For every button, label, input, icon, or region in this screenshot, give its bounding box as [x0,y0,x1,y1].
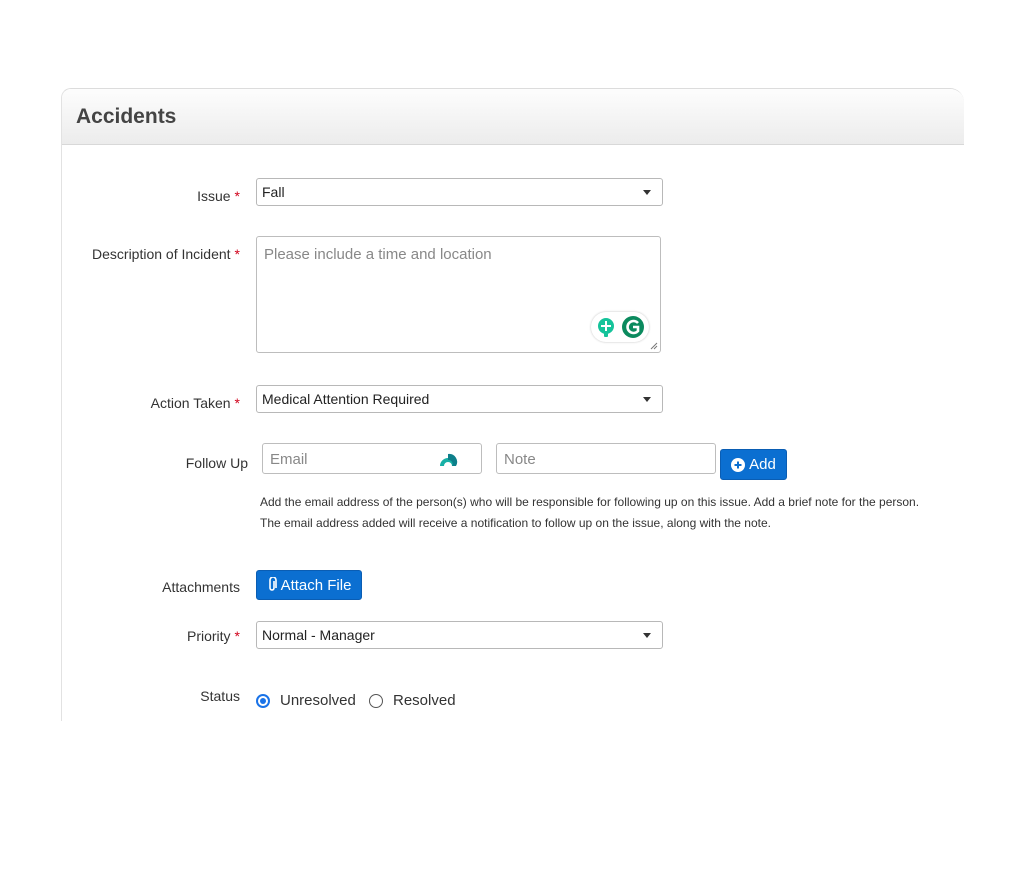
autofill-icon[interactable] [438,450,458,468]
description-label: Description of Incident * [92,246,240,262]
issue-label: Issue * [197,188,240,204]
required-marker: * [234,188,240,204]
chevron-down-icon [643,633,651,638]
attachments-label: Attachments [162,579,240,595]
follow-up-email-input[interactable]: Email [262,443,482,474]
radio-resolved-label[interactable]: Resolved [393,692,456,709]
action-label: Action Taken * [151,395,240,411]
description-textarea[interactable]: Please include a time and location [256,236,661,353]
grammarly-widget[interactable] [591,312,649,342]
issue-select-value: Fall [262,184,285,200]
issue-select[interactable]: Fall [256,178,663,206]
required-marker: * [234,628,240,644]
chevron-down-icon [643,397,651,402]
resize-handle-icon[interactable] [650,342,658,350]
follow-up-help-text: Add the email address of the person(s) w… [260,492,960,534]
action-label-text: Action Taken [150,395,231,411]
radio-unresolved[interactable] [256,694,270,708]
radio-unresolved-label[interactable]: Unresolved [280,692,356,709]
grammarly-icon [598,316,644,338]
priority-label-text: Priority [186,628,231,644]
email-placeholder: Email [270,451,308,468]
action-select-value: Medical Attention Required [262,391,430,407]
accidents-panel: Accidents Issue * Fall Description of Inc… [61,88,964,721]
panel-title: Accidents [76,105,177,128]
priority-select[interactable]: Normal - Manager [256,621,663,649]
add-button-label: Add [749,456,776,473]
follow-up-note-input[interactable]: Note [496,443,716,474]
paperclip-icon [268,577,277,591]
chevron-down-icon [643,190,651,195]
attach-file-button[interactable]: Attach File [256,570,362,600]
status-label: Status [200,688,240,704]
priority-select-value: Normal - Manager [262,627,375,643]
radio-resolved[interactable] [369,694,383,708]
description-label-text: Description of Incident [92,246,231,262]
issue-label-text: Issue [197,188,231,204]
required-marker: * [234,246,240,262]
attach-file-label: Attach File [280,576,352,594]
add-follow-up-button[interactable]: Add [720,449,787,480]
plus-circle-icon [731,457,746,472]
panel-header: Accidents [62,89,964,145]
help-line: Add the email address of the person(s) w… [260,495,920,509]
priority-label: Priority * [187,628,240,644]
description-placeholder: Please include a time and location [264,246,492,263]
follow-up-label: Follow Up [185,455,248,471]
action-select[interactable]: Medical Attention Required [256,385,663,413]
required-marker: * [234,395,240,411]
help-line: The email address added will receive a n… [260,516,771,530]
note-placeholder: Note [504,451,536,468]
